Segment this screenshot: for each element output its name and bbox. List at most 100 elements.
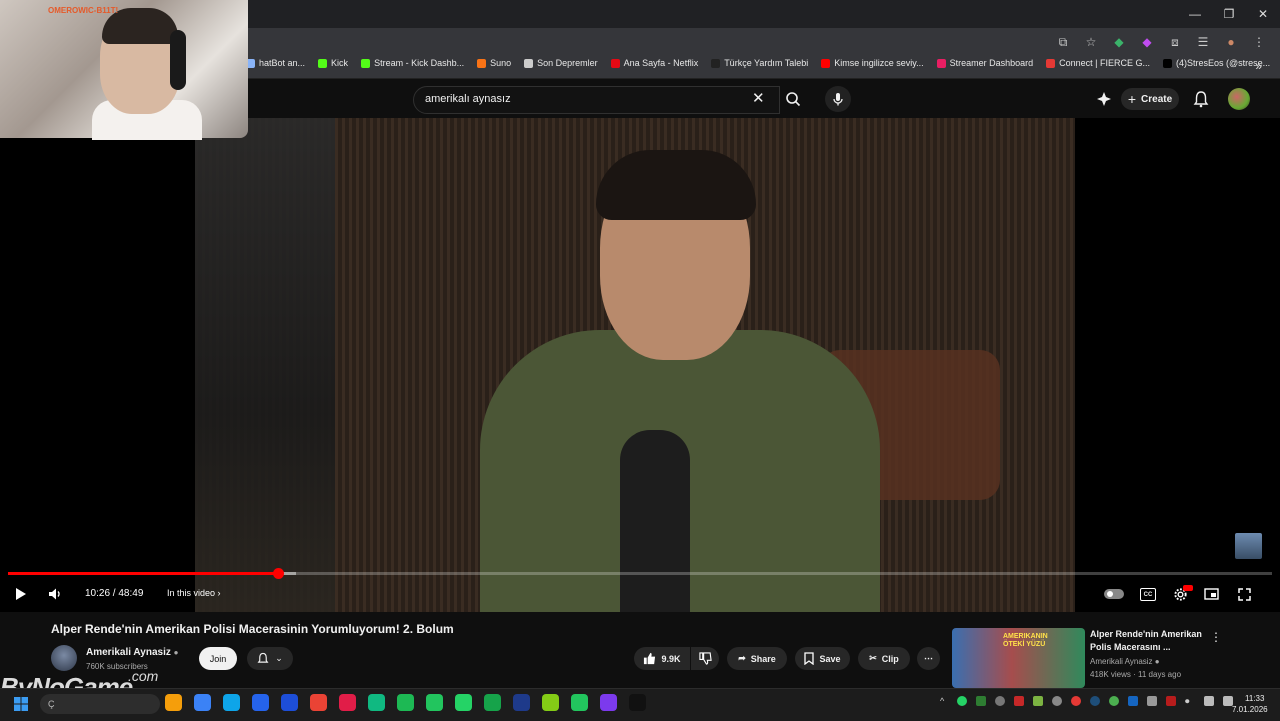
recommended-title[interactable]: Alper Rende'nin Amerikan Polis Macerasın…	[1090, 628, 1205, 654]
bookmarks-more-icon[interactable]: »	[1255, 59, 1262, 73]
reading-list-icon[interactable]: ☰	[1194, 33, 1212, 51]
taskbar-app-icon[interactable]	[542, 694, 559, 711]
bookmark-item[interactable]: Kimse ingilizce seviy...	[821, 58, 924, 68]
extension-shield-icon[interactable]: ◆	[1110, 33, 1128, 51]
chevron-down-icon: ⌄	[275, 653, 283, 663]
tray-app-icon[interactable]	[1147, 696, 1157, 706]
create-button[interactable]: + Create	[1121, 88, 1179, 110]
channel-watermark-thumb[interactable]	[1235, 533, 1262, 559]
miniplayer-button[interactable]	[1202, 584, 1220, 604]
bookmark-item[interactable]: hatBot an...	[246, 58, 305, 68]
bookmark-item[interactable]: Türkçe Yardım Talebi	[711, 58, 808, 68]
tray-app-icon[interactable]	[1166, 696, 1176, 706]
bookmark-item[interactable]: Suno	[477, 58, 511, 68]
tray-app-icon[interactable]	[976, 696, 986, 706]
notifications-button[interactable]	[1193, 90, 1209, 113]
tray-app-icon[interactable]	[995, 696, 1005, 706]
minimize-icon[interactable]: —	[1178, 0, 1212, 28]
bookmark-star-icon[interactable]: ☆	[1082, 33, 1100, 51]
volume-button[interactable]	[46, 584, 64, 604]
tray-app-icon[interactable]	[1128, 696, 1138, 706]
tray-steam-icon[interactable]	[1090, 696, 1100, 706]
verified-icon: ●	[1154, 657, 1160, 666]
taskbar-app-icon[interactable]	[629, 694, 646, 711]
tray-arrow-icon[interactable]: ^	[940, 696, 948, 706]
clip-button[interactable]: ✂ Clip	[858, 647, 910, 670]
taskbar-app-icon[interactable]	[368, 694, 385, 711]
bookmark-item[interactable]: Connect | FIERCE G...	[1046, 58, 1150, 68]
tray-app-icon[interactable]	[1014, 696, 1024, 706]
bookmark-item[interactable]: Kick	[318, 58, 348, 68]
bookmark-item[interactable]: Ana Sayfa - Netflix	[610, 58, 698, 68]
recommended-channel[interactable]: Amerikali Aynasiz ●	[1090, 657, 1160, 666]
maximize-icon[interactable]: ❐	[1212, 0, 1246, 28]
profile-avatar-icon[interactable]: ●	[1222, 33, 1240, 51]
taskbar-app-icon[interactable]	[600, 694, 617, 711]
cast-icon[interactable]: ⧉	[1054, 33, 1072, 51]
extension-icon[interactable]: ◆	[1138, 33, 1156, 51]
voice-search-button[interactable]	[825, 86, 851, 112]
microphone-icon[interactable]: ⏺	[1185, 696, 1195, 706]
bookmark-label: Son Depremler	[537, 58, 598, 68]
account-avatar[interactable]	[1228, 88, 1250, 110]
more-menu-icon[interactable]: ⋮	[1250, 33, 1268, 51]
play-icon	[16, 588, 26, 600]
tray-app-icon[interactable]	[1033, 696, 1043, 706]
close-icon[interactable]: ✕	[1246, 0, 1280, 28]
bookmark-label: Suno	[490, 58, 512, 68]
taskbar-search[interactable]: Ç	[40, 694, 160, 714]
in-this-video-label: In this video	[167, 588, 216, 598]
taskbar-app-icon[interactable]	[571, 694, 588, 711]
clear-search-icon[interactable]: ✕	[752, 89, 765, 107]
clip-label: Clip	[881, 653, 899, 664]
tray-app-icon[interactable]	[1052, 696, 1062, 706]
bookmark-item[interactable]: (4)StresEos (@strese...	[1163, 58, 1270, 68]
volume-icon	[49, 588, 60, 600]
taskbar-app-icon[interactable]	[426, 694, 443, 711]
taskbar-app-icon[interactable]	[339, 694, 356, 711]
taskbar-app-icon[interactable]	[194, 694, 211, 711]
in-this-video-button[interactable]: In this video ›	[167, 588, 221, 598]
share-button[interactable]: ➦ Share	[727, 647, 787, 670]
taskbar-app-icon[interactable]	[484, 694, 501, 711]
taskbar-app-icon[interactable]	[165, 694, 182, 711]
puzzle-icon[interactable]: ⧈	[1166, 33, 1184, 51]
bookmark-item[interactable]: Son Depremler	[524, 58, 598, 68]
search-button[interactable]	[778, 86, 808, 112]
ai-sparkle-icon[interactable]	[1096, 91, 1112, 112]
recommended-channel-text: Amerikali Aynasiz	[1090, 657, 1153, 666]
like-button[interactable]: 9.9K	[634, 647, 690, 670]
clock-date[interactable]: 7.01.2026	[1232, 705, 1268, 714]
dislike-button[interactable]	[691, 647, 719, 670]
network-icon[interactable]	[1204, 696, 1214, 706]
taskbar-app-icon[interactable]	[281, 694, 298, 711]
more-actions-button[interactable]: ⋯	[917, 647, 940, 670]
bookmark-icon	[804, 652, 815, 665]
taskbar-app-icon[interactable]	[397, 694, 414, 711]
taskbar-app-icon[interactable]	[513, 694, 530, 711]
windows-start-icon[interactable]	[14, 697, 28, 711]
join-button[interactable]: Join	[199, 647, 237, 670]
taskbar-app-icon[interactable]	[310, 694, 327, 711]
autoplay-toggle[interactable]	[1104, 589, 1124, 599]
subtitles-icon[interactable]: CC	[1140, 588, 1156, 601]
fullscreen-button[interactable]	[1235, 584, 1253, 604]
thumbs-up-icon	[644, 652, 656, 665]
bookmark-item[interactable]: Streamer Dashboard	[936, 58, 1033, 68]
tray-app-icon[interactable]	[1071, 696, 1081, 706]
subscribed-button[interactable]: ⌄	[247, 647, 293, 670]
channel-avatar[interactable]	[51, 645, 77, 671]
channel-name[interactable]: Amerikali Aynasiz ●	[86, 647, 178, 658]
play-button[interactable]	[12, 584, 30, 604]
bookmark-item[interactable]: Stream - Kick Dashb...	[361, 58, 464, 68]
taskbar-app-icon[interactable]	[223, 694, 240, 711]
toolbar-icons: ⧉ ☆ ◆ ◆ ⧈ ☰ ● ⋮	[1054, 33, 1268, 51]
save-button[interactable]: Save	[795, 647, 850, 670]
tray-app-icon[interactable]	[1109, 696, 1119, 706]
recommended-more-icon[interactable]: ⋮	[1210, 630, 1222, 644]
clock-time[interactable]: 11:33	[1245, 694, 1264, 703]
tray-whatsapp-icon[interactable]	[957, 696, 967, 706]
taskbar-app-icon[interactable]	[252, 694, 269, 711]
fullscreen-icon	[1237, 587, 1251, 601]
taskbar-app-icon[interactable]	[455, 694, 472, 711]
